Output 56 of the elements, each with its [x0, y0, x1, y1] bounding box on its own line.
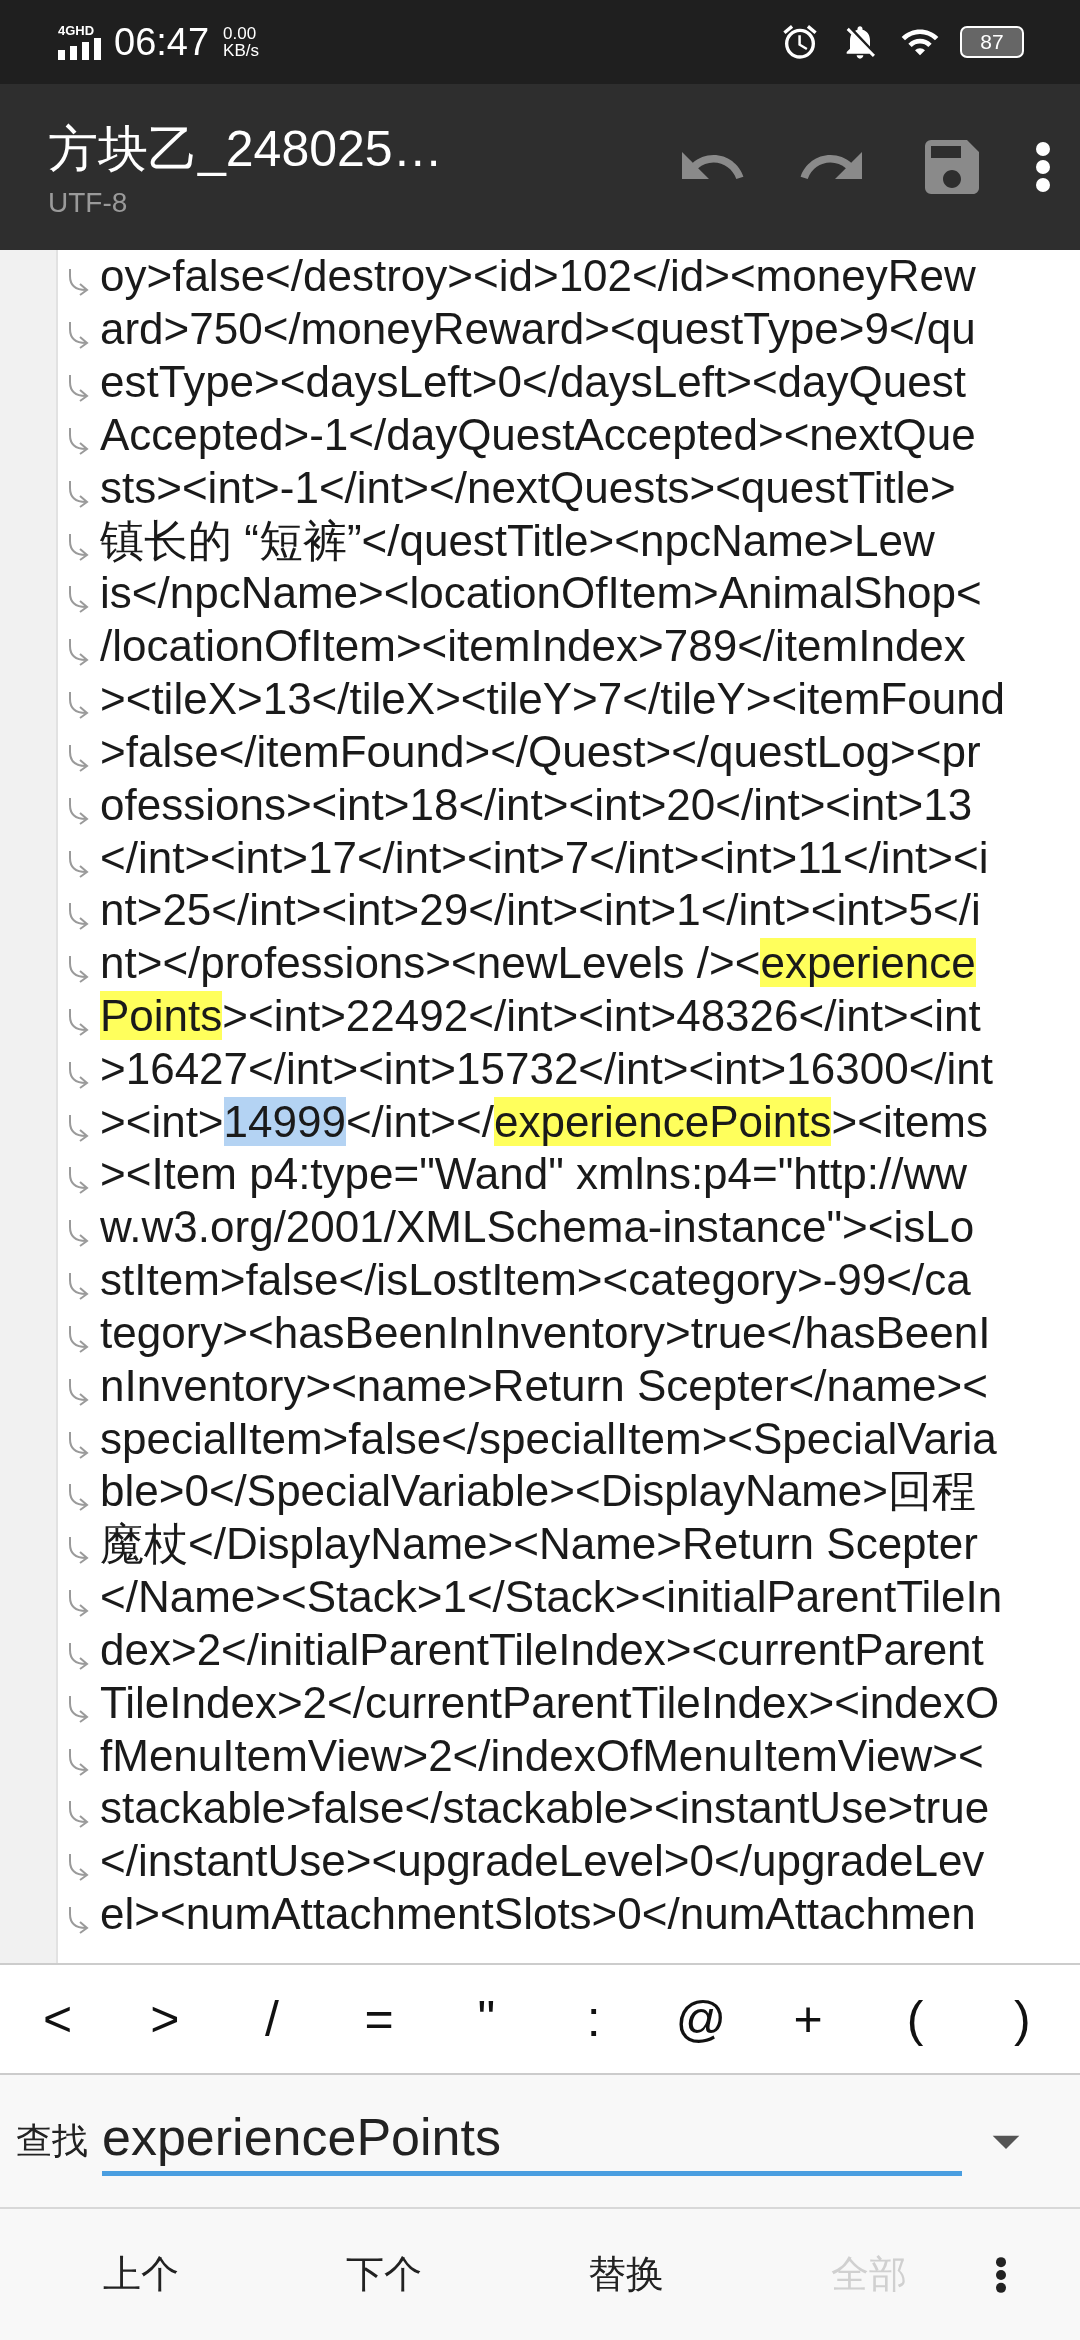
symbol-key[interactable]: ) [968, 1965, 1076, 2073]
symbol-key[interactable]: @ [647, 1965, 755, 2073]
symbol-key[interactable]: + [754, 1965, 862, 2073]
code-line: nt></professions><newLevels /><experience [100, 937, 976, 990]
code-line: tegory><hasBeenInInventory>true</hasBeenI [100, 1306, 991, 1359]
code-line: ><tileX>13</tileX><tileY>7</tileY><itemFound [100, 673, 1006, 726]
symbol-key[interactable]: > [111, 1965, 219, 2073]
code-line: TileIndex>2</currentParentTileIndex><indexO [100, 1676, 1000, 1729]
code-line: estType><daysLeft>0</daysLeft><dayQuest [100, 356, 966, 409]
network-type-label: 4GHD [58, 24, 95, 38]
battery-level-text: 87 [980, 30, 1004, 54]
code-line: nInventory><name>Return Scepter</name>< [100, 1359, 988, 1412]
symbol-key[interactable]: / [218, 1965, 326, 2073]
code-line: nt>25</int><int>29</int><int>1</int><int>5</i [100, 884, 981, 937]
network-speed-unit: KB/s [223, 42, 259, 59]
file-title: 方块乙_248025… [48, 119, 444, 179]
find-label: 查找 [16, 2118, 88, 2163]
code-line: w.w3.org/2001/XMLSchema-instance"><isLo [100, 1201, 975, 1254]
code-line: >false</itemFound></Quest></questLog><pr [100, 725, 981, 778]
symbol-key[interactable]: < [4, 1965, 112, 2073]
code-line: >16427</int><int>15732</int><int>16300</int [100, 1042, 994, 1095]
code-line: </Name><Stack>1</Stack><initialParentTileIn [100, 1571, 1003, 1624]
find-action-button[interactable]: 替换 [505, 2248, 748, 2301]
find-action-button[interactable]: 上个 [20, 2248, 263, 2301]
code-line: </int><int>17</int><int>7</int><int>11</int><i [100, 831, 989, 884]
code-line: ofessions><int>18</int><int>20</int><int>13 [100, 778, 973, 831]
code-line: Accepted>-1</dayQuestAccepted><nextQue [100, 408, 976, 461]
more-menu-button[interactable] [1036, 142, 1050, 192]
code-line: is</npcName><locationOfItem>AnimalShop< [100, 567, 982, 620]
code-line: </instantUse><upgradeLevel>0</upgradeLev [100, 1835, 985, 1888]
code-line: /locationOfItem><itemIndex>789</itemIndex [100, 620, 966, 673]
symbol-key[interactable]: = [325, 1965, 433, 2073]
code-line: dex>2</initialParentTileIndex><currentParent [100, 1623, 984, 1676]
code-line: fMenuItemView>2</indexOfMenuItemView>< [100, 1729, 984, 1782]
code-line: stItem>false</isLostItem><category>-99</ca [100, 1254, 971, 1307]
code-line: el><numAttachmentSlots>0</numAttachmen [100, 1888, 976, 1941]
more-vertical-icon [996, 2256, 1006, 2293]
symbol-key[interactable]: " [432, 1965, 540, 2073]
code-line: stackable>false</stackable><instantUse>true [100, 1782, 990, 1835]
code-line: 魔杖</DisplayName><Name>Return Scepter [100, 1518, 978, 1571]
code-line: sts><int>-1</int></nextQuests><questTitle> [100, 461, 956, 514]
more-vertical-icon [1036, 142, 1050, 192]
signal-icon [58, 38, 102, 60]
code-line: specialItem>false</specialItem><SpecialVaria [100, 1412, 997, 1465]
symbol-key[interactable]: : [540, 1965, 648, 2073]
encoding-label: UTF-8 [48, 186, 129, 219]
clock-time: 06:47 [114, 20, 210, 64]
code-line: oy>false</destroy><id>102</id><moneyRew [100, 250, 976, 303]
network-speed-value: 0.00 [223, 25, 258, 42]
code-line: 镇长的 “短裤”</questTitle><npcName>Lew [100, 514, 935, 567]
code-line: ble>0</SpecialVariable><DisplayName>回程 [100, 1465, 976, 1518]
code-line: ard>750</moneyReward><questType>9</qu [100, 303, 976, 356]
find-action-button[interactable]: 下个 [262, 2248, 505, 2301]
code-line: Points><int>22492</int><int>48326</int><int [100, 990, 981, 1042]
symbol-key[interactable]: ( [861, 1965, 969, 2073]
code-line: ><Item p4:type="Wand" xmlns:p4="http://ww [100, 1148, 967, 1201]
